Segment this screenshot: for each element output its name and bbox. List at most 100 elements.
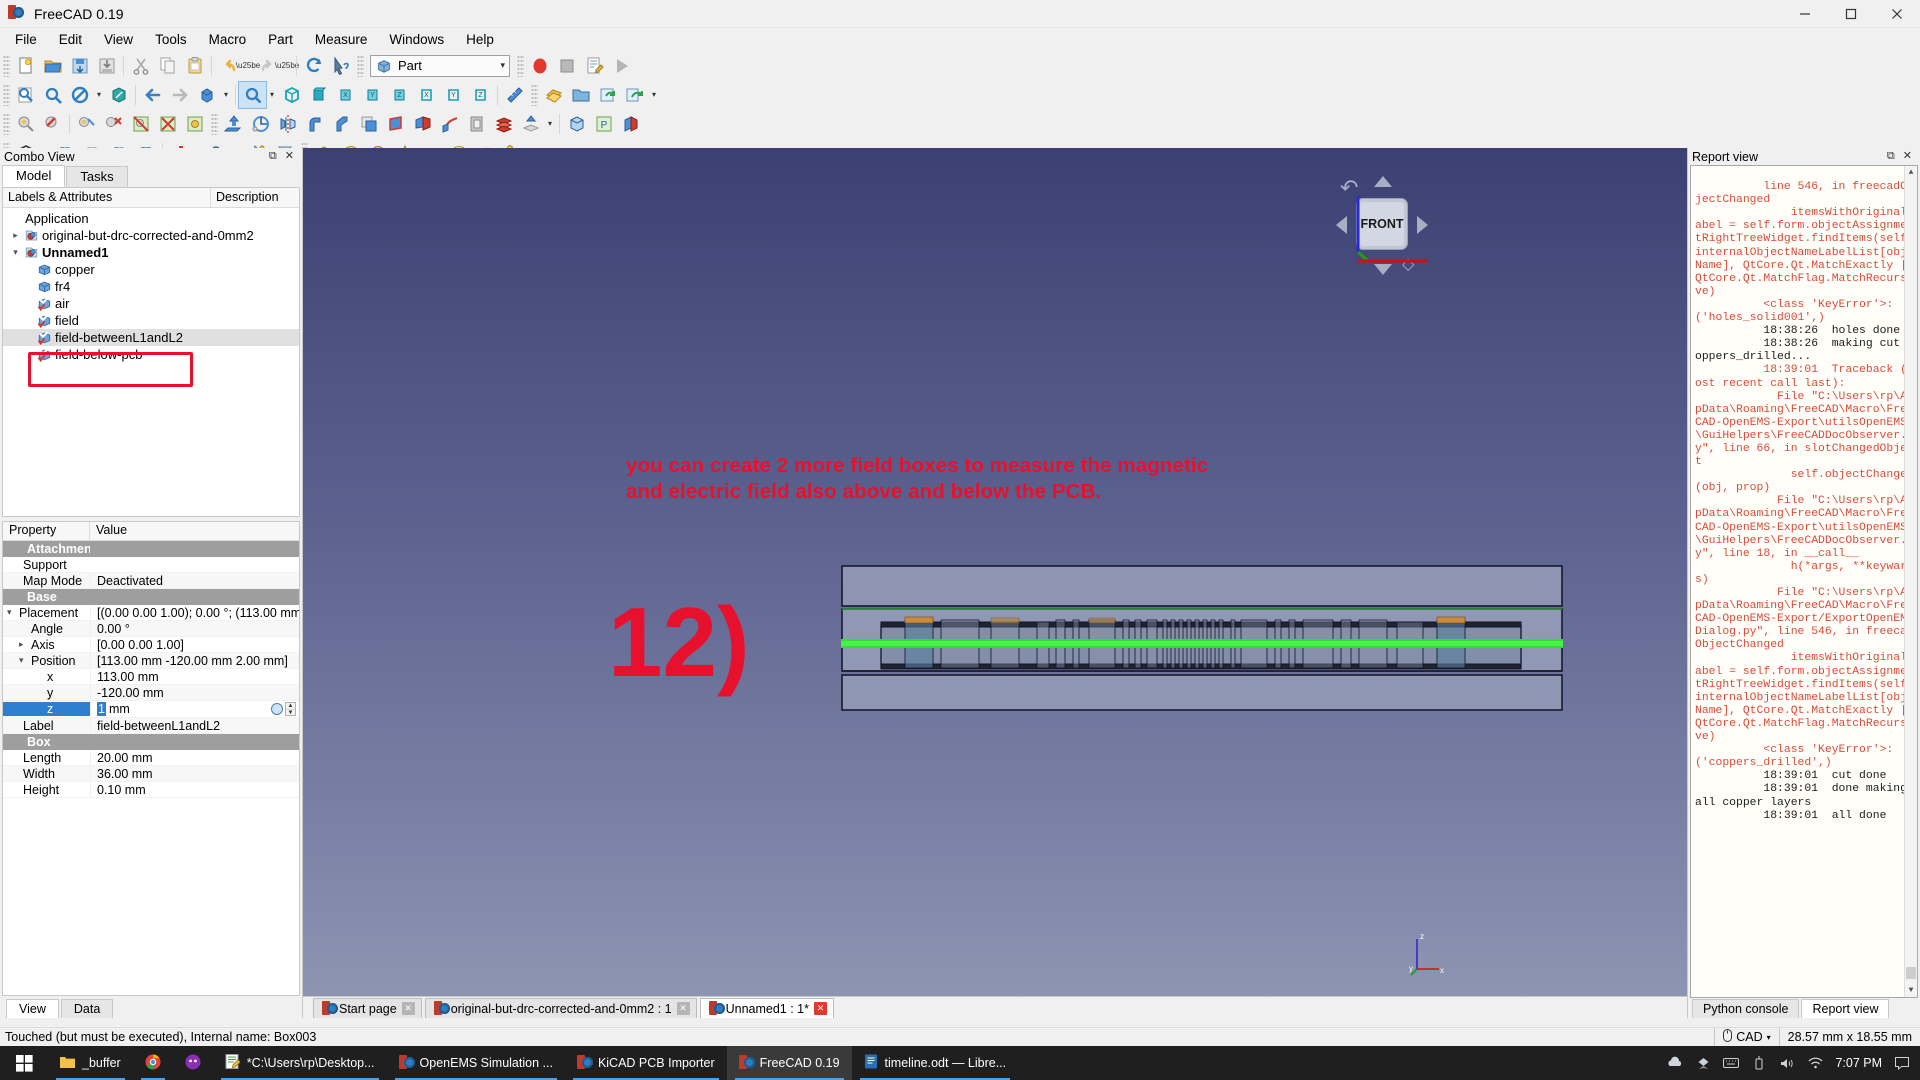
onedrive-icon[interactable] — [1667, 1055, 1683, 1071]
navcube-corner-icon[interactable]: ◇ — [1402, 254, 1424, 274]
doc-tab-close-icon[interactable]: ✕ — [401, 1002, 415, 1015]
make-link-icon[interactable] — [594, 82, 621, 108]
expression-editor-icon[interactable] — [271, 703, 283, 715]
property-row-width[interactable]: Width 36.00 mm — [3, 766, 299, 782]
tree-item-original-document[interactable]: ▸ original-but-drc-corrected-and-0mm2 — [3, 227, 299, 244]
property-row-axis[interactable]: ▸ Axis [0.00 0.00 1.00] — [3, 637, 299, 653]
navigation-style-selector[interactable]: CAD ▾ — [1714, 1027, 1778, 1047]
toolbar-grip[interactable] — [531, 83, 538, 106]
fit-selection-icon[interactable] — [39, 82, 66, 108]
tree-item-application[interactable]: Application — [3, 210, 299, 227]
redo-dropdown-icon[interactable]: \u25be — [275, 53, 299, 79]
toggle-all-icon[interactable] — [127, 111, 154, 137]
notification-icon[interactable] — [1894, 1055, 1910, 1071]
tab-tasks[interactable]: Tasks — [66, 166, 128, 187]
draw-style-dropdown-icon[interactable]: ▾ — [93, 82, 105, 108]
expander-collapsed-icon[interactable]: ▸ — [7, 230, 24, 241]
quantity-stepper[interactable]: ▲ ▼ — [285, 702, 296, 716]
toggle-visibility-icon[interactable] — [73, 111, 100, 137]
menu-tools[interactable]: Tools — [144, 28, 198, 51]
property-value-z-input[interactable]: 1 mm ▲ ▼ — [90, 702, 299, 716]
pcb-model-render[interactable] — [841, 565, 1563, 711]
redo-icon[interactable] — [254, 53, 281, 79]
zoom-dropdown-icon[interactable]: ▾ — [266, 82, 278, 108]
property-value[interactable]: 113.00 mm — [90, 669, 299, 684]
zoom-select-icon[interactable] — [238, 80, 267, 109]
whats-this-icon[interactable] — [327, 53, 354, 79]
taskbar-app-purple[interactable] — [173, 1046, 213, 1080]
property-value[interactable]: 0.10 mm — [90, 782, 299, 797]
fit-all-icon[interactable] — [12, 82, 39, 108]
view-front-icon[interactable] — [305, 82, 332, 108]
property-value[interactable]: [113.00 mm -120.00 mm 2.00 mm] — [90, 653, 299, 668]
undock-icon[interactable]: ⧉ — [1887, 151, 1895, 162]
mirror-icon[interactable] — [274, 111, 301, 137]
doc-tab-close-icon[interactable]: ✕ — [814, 1002, 827, 1015]
tab-view[interactable]: View — [6, 999, 59, 1018]
view-forward-icon[interactable] — [166, 82, 193, 108]
volume-icon[interactable] — [1779, 1055, 1795, 1071]
revolve-icon[interactable] — [247, 111, 274, 137]
property-value[interactable]: [(0.00 0.00 1.00); 0.00 °; (113.00 mm -1… — [90, 605, 299, 620]
maximize-button[interactable] — [1828, 0, 1874, 28]
expander-collapsed-icon[interactable]: ▸ — [19, 639, 31, 650]
property-row-position[interactable]: ▾ Position [113.00 mm -120.00 mm 2.00 mm] — [3, 653, 299, 669]
property-row-support[interactable]: Support — [3, 557, 299, 573]
property-row-length[interactable]: Length 20.00 mm — [3, 750, 299, 766]
part-dropdown-icon[interactable]: ▾ — [544, 111, 556, 137]
close-icon[interactable]: ✕ — [285, 151, 294, 162]
std-view-icon[interactable] — [12, 111, 39, 137]
tab-report-view[interactable]: Report view — [1801, 999, 1890, 1018]
property-value[interactable]: [0.00 0.00 1.00] — [90, 637, 299, 652]
link-dropdown-icon[interactable]: ▾ — [648, 82, 660, 108]
keyboard-icon[interactable] — [1723, 1055, 1740, 1071]
doc-tab-start-page[interactable]: Start page ✕ — [313, 998, 422, 1018]
fillet-icon[interactable] — [301, 111, 328, 137]
undo-icon[interactable] — [215, 53, 242, 79]
property-value[interactable]: field-betweenL1andL2 — [90, 718, 299, 733]
toolbar-grip[interactable] — [3, 54, 10, 77]
usb-icon[interactable] — [1751, 1055, 1767, 1071]
thickness-icon[interactable] — [463, 111, 490, 137]
copy-icon[interactable] — [154, 53, 181, 79]
close-button[interactable] — [1874, 0, 1920, 28]
view-axonometric2-icon[interactable]: Z — [467, 82, 494, 108]
property-row-placement[interactable]: ▾ Placement [(0.00 0.00 1.00); 0.00 °; (1… — [3, 605, 299, 621]
paste-icon[interactable] — [181, 53, 208, 79]
toggle-axis-icon[interactable] — [154, 111, 181, 137]
expander-expanded-icon[interactable]: ▾ — [19, 655, 31, 666]
property-value[interactable]: 36.00 mm — [90, 766, 299, 781]
minimize-button[interactable] — [1782, 0, 1828, 28]
dropbox-icon[interactable] — [1695, 1055, 1711, 1071]
macro-record-icon[interactable] — [526, 53, 553, 79]
toolbar-grip[interactable] — [3, 112, 10, 135]
menu-view[interactable]: View — [93, 28, 144, 51]
toolbar-grip[interactable] — [211, 112, 218, 135]
cross-sections-icon[interactable] — [490, 111, 517, 137]
navcube-left-arrow-icon[interactable] — [1336, 216, 1347, 234]
box-selection-icon[interactable] — [563, 111, 590, 137]
tree-item-unnamed1-document[interactable]: ▾ Unnamed1 — [3, 244, 299, 261]
3d-viewport[interactable]: you can create 2 more field boxes to mea… — [303, 148, 1687, 1018]
view-top-icon[interactable]: X — [332, 82, 359, 108]
taskbar-app-openems-simulation[interactable]: OpenEMS Simulation ... — [387, 1046, 565, 1080]
undo-dropdown-icon[interactable]: \u25be — [236, 53, 260, 79]
undock-icon[interactable]: ⧉ — [269, 151, 277, 162]
toolbar-grip[interactable] — [517, 54, 524, 77]
sweep-icon[interactable] — [436, 111, 463, 137]
navcube-down-arrow-icon[interactable] — [1374, 264, 1392, 275]
measure-icon[interactable] — [501, 82, 528, 108]
scrollbar-thumb[interactable] — [1906, 967, 1916, 979]
macro-execute-icon[interactable] — [607, 53, 634, 79]
navcube-right-arrow-icon[interactable] — [1417, 216, 1428, 234]
menu-help[interactable]: Help — [455, 28, 505, 51]
save-as-icon[interactable] — [93, 53, 120, 79]
property-value[interactable]: -120.00 mm — [90, 685, 299, 700]
menu-file[interactable]: File — [4, 28, 48, 51]
taskbar-clock[interactable]: 7:07 PM — [1835, 1056, 1882, 1070]
menu-macro[interactable]: Macro — [198, 28, 258, 51]
shape-builder-icon[interactable]: P — [590, 111, 617, 137]
make-link-group-icon[interactable] — [621, 82, 648, 108]
tab-model[interactable]: Model — [2, 165, 66, 187]
extrude-icon[interactable] — [220, 111, 247, 137]
